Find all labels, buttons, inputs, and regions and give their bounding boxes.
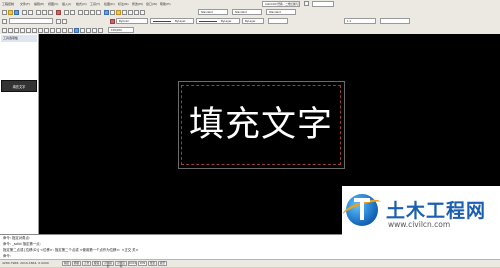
copy-icon[interactable] bbox=[42, 10, 47, 15]
properties-icon[interactable] bbox=[104, 10, 109, 15]
save-icon[interactable] bbox=[14, 10, 19, 15]
menu-item-help[interactable]: 帮助(H) bbox=[160, 0, 171, 8]
color-select[interactable]: ByColor bbox=[116, 18, 148, 24]
sheet-set-icon[interactable] bbox=[122, 10, 127, 15]
print-icon[interactable] bbox=[22, 10, 27, 15]
snap-toggle[interactable]: 捕捉 bbox=[62, 261, 71, 266]
region-icon[interactable] bbox=[86, 28, 91, 33]
grid-toggle[interactable]: 栅格 bbox=[72, 261, 81, 266]
ellipse-icon[interactable] bbox=[50, 28, 55, 33]
zoom-realtime-icon[interactable] bbox=[84, 10, 89, 15]
workspace-settings-icon[interactable] bbox=[304, 1, 309, 6]
polar-toggle[interactable]: 极轴 bbox=[92, 261, 101, 266]
preview-icon[interactable] bbox=[28, 10, 33, 15]
menu-item-draw[interactable]: 绘图(D) bbox=[104, 0, 115, 8]
menu-item-file[interactable]: 文件(F) bbox=[20, 0, 30, 8]
menu-item-dimension[interactable]: 标注(N) bbox=[118, 0, 129, 8]
menu-title[interactable]: 工程控制 bbox=[2, 0, 14, 8]
rectangle-icon[interactable] bbox=[26, 28, 31, 33]
design-center-icon[interactable] bbox=[110, 10, 115, 15]
calculator-icon[interactable] bbox=[134, 10, 139, 15]
drawing-text[interactable]: 填充文字 bbox=[185, 100, 337, 150]
arc-icon[interactable] bbox=[32, 28, 37, 33]
osnap-toggle[interactable]: 对象捕捉 bbox=[102, 261, 114, 268]
dyn-toggle[interactable]: DYN bbox=[138, 261, 147, 266]
watermark-logo: 土木工程网 www.civilcn.com bbox=[340, 186, 500, 244]
command-history-line: 命令: 指定对角点: bbox=[3, 236, 31, 240]
linetype-select[interactable]: ByLayer bbox=[150, 18, 194, 24]
line-icon[interactable] bbox=[2, 28, 7, 33]
tool-palette-selected-item[interactable]: 填充文字 bbox=[1, 80, 37, 92]
lineweight-toggle[interactable]: 线宽 bbox=[148, 261, 157, 266]
watermark-url: www.civilcn.com bbox=[388, 220, 451, 229]
layer-previous-icon[interactable] bbox=[62, 19, 67, 24]
menu-item-insert[interactable]: 插入(I) bbox=[62, 0, 71, 8]
ortho-toggle[interactable]: 正交 bbox=[82, 261, 91, 266]
command-history-line: 命令: _solid 指定第一点: bbox=[3, 242, 41, 246]
lineweight-select[interactable]: ByLayer bbox=[196, 18, 240, 24]
search-input[interactable] bbox=[312, 1, 334, 7]
menu-item-tools[interactable]: 工具(T) bbox=[90, 0, 100, 8]
new-icon[interactable] bbox=[2, 10, 7, 15]
standard-select[interactable] bbox=[380, 18, 410, 24]
markup-icon[interactable] bbox=[128, 10, 133, 15]
match-properties-icon[interactable] bbox=[56, 10, 61, 15]
menu-item-window[interactable]: 窗口(W) bbox=[146, 0, 157, 8]
make-current-layer-icon[interactable] bbox=[56, 19, 61, 24]
linetype-sample bbox=[153, 21, 171, 22]
point-icon[interactable] bbox=[68, 28, 73, 33]
linetype-value: ByLayer bbox=[175, 20, 186, 23]
zoom-previous-icon[interactable] bbox=[96, 10, 101, 15]
multiline-text-icon[interactable] bbox=[98, 28, 103, 33]
zoom-window-icon[interactable] bbox=[90, 10, 95, 15]
letter-t-icon bbox=[354, 198, 370, 220]
zoom-select[interactable]: 100/200 bbox=[108, 27, 134, 33]
lineweight-sample bbox=[199, 21, 217, 22]
workspace-select[interactable]: AutoCAD 经典 - 二维绘图与注释 bbox=[262, 1, 300, 7]
model-toggle[interactable]: 模型 bbox=[158, 261, 167, 266]
layer-value-select[interactable]: ByLayer bbox=[242, 18, 264, 24]
undo-icon[interactable] bbox=[64, 10, 69, 15]
table-style-select[interactable]: Standard bbox=[266, 9, 296, 15]
menu-item-view[interactable]: 视图(V) bbox=[48, 0, 58, 8]
circle-icon[interactable] bbox=[38, 28, 43, 33]
cut-icon[interactable] bbox=[36, 10, 41, 15]
otrack-toggle[interactable]: 对象追踪 bbox=[115, 261, 127, 268]
pan-icon[interactable] bbox=[78, 10, 83, 15]
lineweight-value: ByLayer bbox=[221, 20, 232, 23]
menu-item-format[interactable]: 格式(O) bbox=[76, 0, 87, 8]
command-history-line: 指定第二点或 [位移(D)] <位移>: 指定第二个点或 <使用第一个点作为位移… bbox=[3, 248, 139, 252]
tool-palettes-icon[interactable] bbox=[116, 10, 121, 15]
menu-item-modify[interactable]: 修改(M) bbox=[132, 0, 143, 8]
spline-icon[interactable] bbox=[44, 28, 49, 33]
annotation-scale-select[interactable]: 1:1 bbox=[344, 18, 376, 24]
tool-palette-title: 工具选项板 bbox=[1, 35, 37, 42]
layer-manager-icon[interactable] bbox=[2, 19, 7, 24]
make-block-icon[interactable] bbox=[62, 28, 67, 33]
hatch-icon[interactable] bbox=[74, 28, 79, 33]
color-swatch-icon[interactable] bbox=[110, 19, 115, 24]
table-icon[interactable] bbox=[92, 28, 97, 33]
insert-block-icon[interactable] bbox=[56, 28, 61, 33]
plot-style-select[interactable] bbox=[268, 18, 288, 24]
layer-select[interactable] bbox=[9, 18, 53, 24]
paste-icon[interactable] bbox=[48, 10, 53, 15]
gradient-icon[interactable] bbox=[80, 28, 85, 33]
construction-line-icon[interactable] bbox=[8, 28, 13, 33]
polygon-icon[interactable] bbox=[20, 28, 25, 33]
help-icon[interactable] bbox=[140, 10, 145, 15]
text-style-select[interactable]: Standard bbox=[198, 9, 228, 15]
watermark-title: 土木工程网 bbox=[386, 200, 487, 222]
ducs-toggle[interactable]: DUCS bbox=[128, 261, 137, 266]
menu-item-edit[interactable]: 编辑(E) bbox=[34, 0, 44, 8]
open-icon[interactable] bbox=[8, 10, 13, 15]
tool-palette: 工具选项板 填充文字 bbox=[0, 34, 39, 234]
redo-icon[interactable] bbox=[70, 10, 75, 15]
polyline-icon[interactable] bbox=[14, 28, 19, 33]
dim-style-select[interactable]: Standard bbox=[232, 9, 262, 15]
